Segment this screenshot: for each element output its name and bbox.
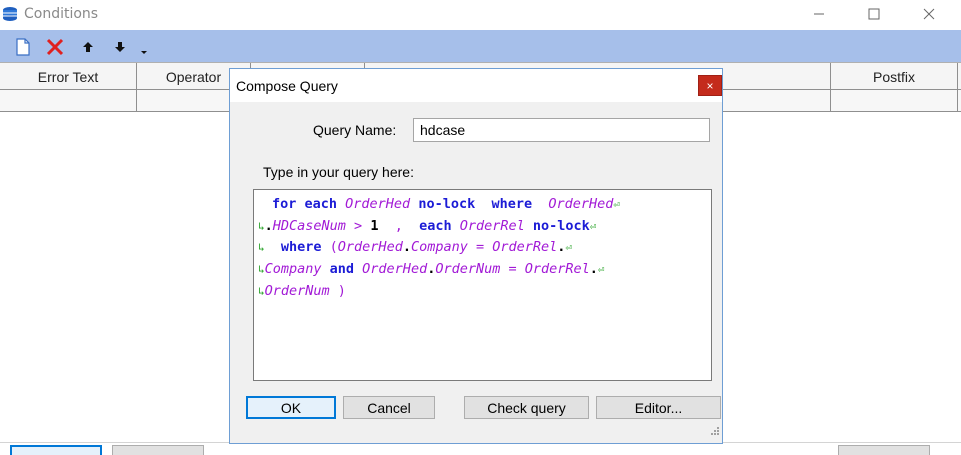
query-line: ↳Company and OrderHed.OrderNum = OrderRe…	[258, 261, 605, 277]
compose-query-dialog: Compose Query × Query Name: hdcase Type …	[229, 68, 723, 444]
maximize-icon	[868, 8, 880, 20]
window-titlebar: Conditions	[0, 0, 961, 30]
query-line: for each OrderHed no-lock where OrderHed…	[272, 196, 621, 212]
close-window-button[interactable]	[903, 0, 955, 28]
new-button[interactable]	[13, 37, 33, 57]
table-cell[interactable]	[831, 90, 958, 111]
minimize-icon	[814, 13, 824, 15]
window-title: Conditions	[24, 6, 99, 22]
wrap-end-icon: ⏎	[589, 220, 597, 233]
move-up-icon	[83, 42, 93, 52]
resize-grip-icon[interactable]	[708, 424, 720, 436]
toolbar	[0, 30, 961, 62]
query-editor[interactable]: for each OrderHed no-lock where OrderHed…	[253, 189, 712, 381]
wrap-start-icon: ↳	[258, 220, 265, 233]
minimize-button[interactable]	[793, 0, 845, 28]
move-down-icon	[115, 42, 125, 52]
delete-button[interactable]	[45, 37, 65, 57]
app-icon	[2, 6, 18, 22]
column-header-error-text[interactable]: Error Text	[0, 63, 137, 90]
query-line: ↳ where (OrderHed.Company = OrderRel.⏎	[258, 239, 573, 255]
wrap-end-icon: ⏎	[565, 241, 573, 254]
wrap-start-icon: ↳	[258, 263, 265, 276]
query-line: ↳.HDCaseNum > 1 , each OrderRel no-lock⏎	[258, 218, 597, 234]
overflow-icon	[141, 51, 147, 54]
wrap-start-icon: ↳	[258, 285, 265, 298]
wrap-end-icon: ⏎	[613, 198, 621, 211]
move-up-button[interactable]	[78, 37, 98, 57]
dialog-titlebar: Compose Query ×	[230, 69, 722, 102]
toolbar-overflow-button[interactable]	[138, 44, 150, 56]
maximize-button[interactable]	[848, 0, 900, 28]
query-name-input[interactable]: hdcase	[413, 118, 710, 142]
check-query-button[interactable]: Check query	[464, 396, 589, 419]
delete-icon	[46, 38, 64, 56]
query-line: ↳OrderNum )	[258, 283, 346, 299]
close-icon: ×	[706, 78, 714, 93]
column-header-postfix[interactable]: Postfix	[831, 63, 958, 90]
query-name-label: Query Name:	[313, 122, 397, 138]
move-down-button[interactable]	[110, 37, 130, 57]
cancel-button[interactable]: Cancel	[343, 396, 435, 419]
dialog-title: Compose Query	[236, 78, 338, 94]
ok-button[interactable]: OK	[246, 396, 336, 419]
wrap-end-icon: ⏎	[597, 263, 605, 276]
table-cell[interactable]	[0, 90, 137, 111]
query-prompt-label: Type in your query here:	[263, 164, 414, 180]
new-icon	[16, 38, 30, 56]
editor-button[interactable]: Editor...	[596, 396, 721, 419]
dialog-close-button[interactable]: ×	[698, 75, 722, 96]
conditions-window: Conditions Error Text Operator Postfix C…	[0, 0, 961, 455]
wrap-start-icon: ↳	[258, 241, 265, 254]
close-icon	[923, 8, 935, 20]
